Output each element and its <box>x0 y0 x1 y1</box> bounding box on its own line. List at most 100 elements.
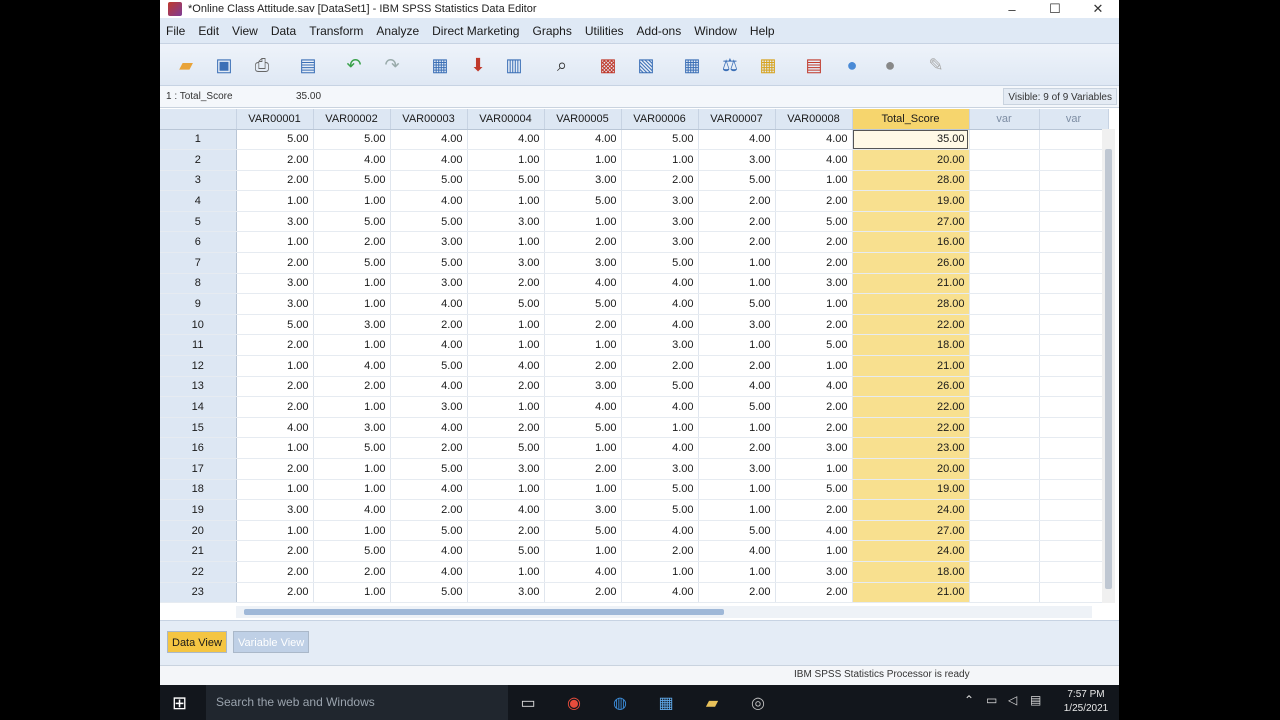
data-cell[interactable]: 1.00 <box>467 561 545 583</box>
data-cell[interactable]: 5.00 <box>467 170 545 192</box>
data-cell[interactable]: 5.00 <box>467 437 545 459</box>
spell-check-icon[interactable]: ✎ <box>922 51 950 79</box>
data-cell[interactable]: 1.00 <box>467 149 545 171</box>
variables-icon[interactable]: ▥ <box>500 51 528 79</box>
data-cell[interactable]: 3.00 <box>236 499 314 521</box>
empty-cell[interactable] <box>969 582 1040 604</box>
data-cell[interactable]: 5.00 <box>621 499 699 521</box>
empty-cell[interactable] <box>969 252 1040 274</box>
empty-cell[interactable] <box>1039 499 1109 521</box>
row-number[interactable]: 2 <box>160 149 237 171</box>
data-cell[interactable]: 5.00 <box>236 129 314 151</box>
data-cell[interactable]: 1.00 <box>544 479 622 501</box>
data-cell[interactable]: 2.00 <box>775 417 853 439</box>
data-cell[interactable]: 1.00 <box>313 190 391 212</box>
data-cell[interactable]: 1.00 <box>698 561 776 583</box>
empty-cell[interactable] <box>1039 396 1109 418</box>
row-number[interactable]: 7 <box>160 252 237 274</box>
empty-cell[interactable] <box>1039 417 1109 439</box>
data-cell[interactable]: 2.00 <box>313 376 391 398</box>
redo-icon[interactable]: ↷ <box>378 51 406 79</box>
empty-cell[interactable] <box>1039 582 1109 604</box>
data-cell[interactable]: 2.00 <box>775 314 853 336</box>
windows-start-icon[interactable]: ⊞ <box>172 693 187 714</box>
data-cell[interactable]: 2.00 <box>775 396 853 418</box>
column-header[interactable]: VAR00001 <box>236 109 314 130</box>
total-score-cell[interactable]: 35.00 <box>852 129 970 151</box>
data-cell[interactable]: 5.00 <box>544 293 622 315</box>
empty-cell[interactable] <box>969 520 1040 542</box>
data-cell[interactable]: 2.00 <box>467 520 545 542</box>
corner-cell[interactable] <box>160 109 237 130</box>
empty-cell[interactable] <box>969 437 1040 459</box>
data-cell[interactable]: 4.00 <box>544 396 622 418</box>
data-cell[interactable]: 3.00 <box>467 582 545 604</box>
data-cell[interactable]: 4.00 <box>390 417 468 439</box>
data-cell[interactable]: 5.00 <box>698 170 776 192</box>
data-cell[interactable]: 4.00 <box>775 520 853 542</box>
data-cell[interactable]: 4.00 <box>698 376 776 398</box>
data-cell[interactable]: 5.00 <box>313 129 391 151</box>
data-cell[interactable]: 2.00 <box>775 252 853 274</box>
data-cell[interactable]: 2.00 <box>544 355 622 377</box>
row-number[interactable]: 4 <box>160 190 237 212</box>
data-cell[interactable]: 2.00 <box>313 561 391 583</box>
data-cell[interactable]: 2.00 <box>390 499 468 521</box>
data-cell[interactable]: 5.00 <box>698 520 776 542</box>
total-score-cell[interactable]: 18.00 <box>852 334 970 357</box>
data-cell[interactable]: 3.00 <box>236 211 314 233</box>
data-cell[interactable]: 5.00 <box>775 211 853 233</box>
data-cell[interactable]: 3.00 <box>467 458 545 480</box>
column-header-empty[interactable]: var <box>969 109 1040 130</box>
data-cell[interactable]: 4.00 <box>621 293 699 315</box>
data-cell[interactable]: 3.00 <box>467 211 545 233</box>
data-cell[interactable]: 4.00 <box>313 499 391 521</box>
data-cell[interactable]: 1.00 <box>544 540 622 562</box>
menu-analyze[interactable]: Analyze <box>376 24 419 38</box>
empty-cell[interactable] <box>1039 149 1109 171</box>
row-number[interactable]: 22 <box>160 561 237 583</box>
data-cell[interactable]: 2.00 <box>236 376 314 398</box>
data-cell[interactable]: 2.00 <box>467 376 545 398</box>
column-header-total-score[interactable]: Total_Score <box>852 109 970 130</box>
data-cell[interactable]: 5.00 <box>775 334 853 357</box>
total-score-cell[interactable]: 27.00 <box>852 520 970 542</box>
empty-cell[interactable] <box>1039 479 1109 501</box>
data-cell[interactable]: 3.00 <box>621 211 699 233</box>
empty-cell[interactable] <box>969 355 1040 377</box>
total-score-cell[interactable]: 22.00 <box>852 396 970 418</box>
empty-cell[interactable] <box>969 273 1040 295</box>
total-score-cell[interactable]: 24.00 <box>852 499 970 521</box>
data-cell[interactable]: 4.00 <box>313 149 391 171</box>
data-cell[interactable]: 3.00 <box>544 252 622 274</box>
data-cell[interactable]: 4.00 <box>390 479 468 501</box>
data-cell[interactable]: 2.00 <box>236 334 314 357</box>
app-taskbar-icon[interactable]: ◎ <box>744 691 772 715</box>
spss-taskbar-icon[interactable]: ▦ <box>652 691 680 715</box>
row-number[interactable]: 1 <box>160 129 237 151</box>
data-cell[interactable]: 1.00 <box>467 334 545 357</box>
data-cell[interactable]: 3.00 <box>775 437 853 459</box>
data-cell[interactable]: 2.00 <box>698 582 776 604</box>
empty-cell[interactable] <box>969 314 1040 336</box>
data-cell[interactable]: 5.00 <box>313 540 391 562</box>
data-cell[interactable]: 4.00 <box>621 396 699 418</box>
row-number[interactable]: 16 <box>160 437 237 459</box>
data-cell[interactable]: 3.00 <box>236 273 314 295</box>
empty-cell[interactable] <box>969 211 1040 233</box>
data-cell[interactable]: 2.00 <box>775 582 853 604</box>
data-cell[interactable]: 3.00 <box>467 252 545 274</box>
empty-cell[interactable] <box>1039 170 1109 192</box>
empty-cell[interactable] <box>969 396 1040 418</box>
column-header[interactable]: VAR00005 <box>544 109 622 130</box>
recall-dialog-icon[interactable]: ▤ <box>294 51 322 79</box>
empty-cell[interactable] <box>1039 211 1109 233</box>
goto-case-icon[interactable]: ▦ <box>426 51 454 79</box>
data-cell[interactable]: 4.00 <box>775 129 853 151</box>
data-cell[interactable]: 1.00 <box>698 252 776 274</box>
data-cell[interactable]: 1.00 <box>236 437 314 459</box>
total-score-cell[interactable]: 20.00 <box>852 458 970 480</box>
horizontal-scroll-thumb[interactable] <box>244 609 724 615</box>
data-cell[interactable]: 1.00 <box>544 211 622 233</box>
data-cell[interactable]: 4.00 <box>390 334 468 357</box>
